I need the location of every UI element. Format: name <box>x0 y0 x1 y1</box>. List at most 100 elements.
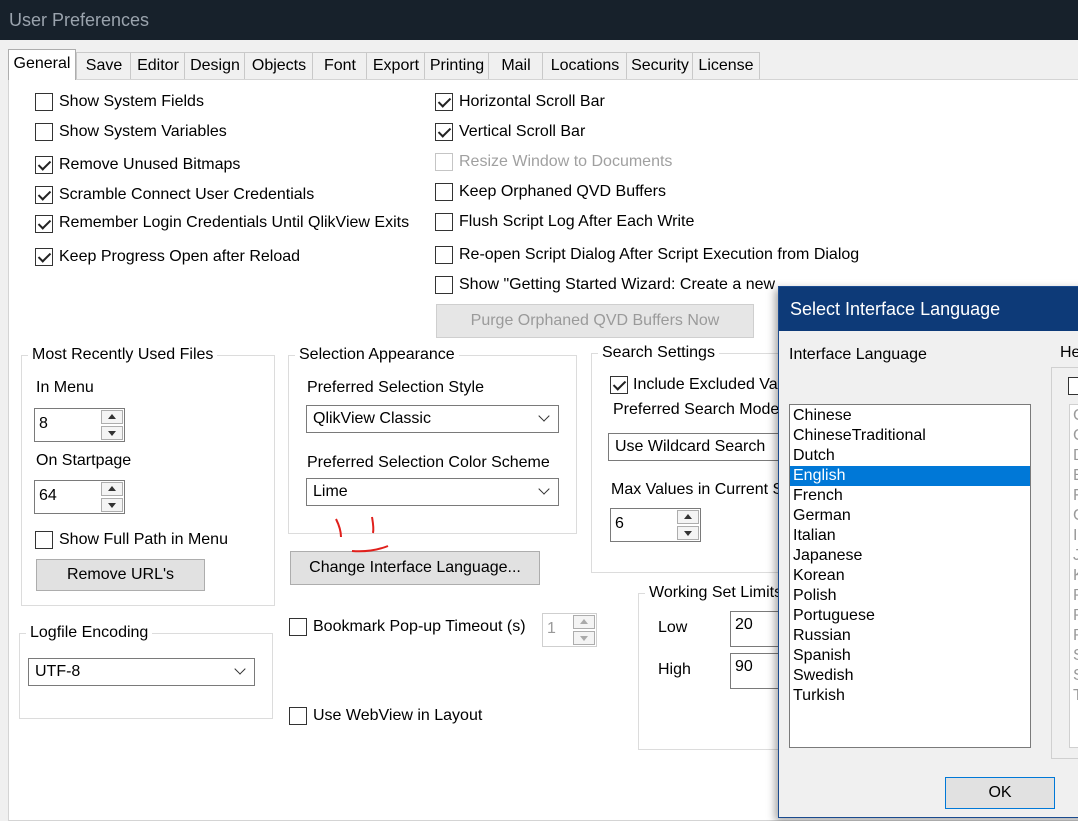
show-system-fields-checkbox[interactable] <box>35 93 53 111</box>
selection-color-select[interactable]: Lime <box>306 478 559 506</box>
tab-locations[interactable]: Locations <box>542 52 628 79</box>
use-webview-checkbox[interactable] <box>289 707 307 725</box>
list-item[interactable]: Turkish <box>790 686 1030 706</box>
show-system-variables-label: Show System Variables <box>59 123 227 140</box>
tab-design[interactable]: Design <box>184 52 246 79</box>
show-getting-started-label: Show "Getting Started Wizard: Create a n… <box>459 276 777 293</box>
tab-editor[interactable]: Editor <box>130 52 186 79</box>
tab-objects[interactable]: Objects <box>244 52 314 79</box>
bookmark-timeout-checkbox[interactable] <box>289 618 307 636</box>
on-startpage-value: 64 <box>39 487 57 504</box>
list-item: P <box>1070 606 1078 626</box>
spin-up-icon[interactable] <box>677 510 699 524</box>
spin-down-icon[interactable] <box>101 426 123 440</box>
list-item[interactable]: ChineseTraditional <box>790 426 1030 446</box>
on-startpage-spinner[interactable]: 64 <box>34 480 125 514</box>
max-values-value: 6 <box>615 515 624 532</box>
logfile-encoding-select[interactable]: UTF-8 <box>28 658 255 686</box>
include-excluded-checkbox[interactable] <box>610 376 628 394</box>
red-annotation-marks <box>335 516 389 553</box>
list-item: P <box>1070 586 1078 606</box>
remove-urls-button[interactable]: Remove URL's <box>36 559 205 591</box>
list-item[interactable]: Portuguese <box>790 606 1030 626</box>
list-item: S <box>1070 646 1078 666</box>
max-values-spinner[interactable]: 6 <box>610 508 701 542</box>
vertical-scroll-bar-checkbox[interactable] <box>435 123 453 141</box>
spin-up-icon[interactable] <box>101 410 123 424</box>
show-full-path-checkbox[interactable] <box>35 531 53 549</box>
list-item[interactable]: Korean <box>790 566 1030 586</box>
change-interface-language-button[interactable]: Change Interface Language... <box>290 551 540 585</box>
list-item: S <box>1070 666 1078 686</box>
window-title-bar: User Preferences <box>0 0 1078 40</box>
list-item[interactable]: German <box>790 506 1030 526</box>
list-item[interactable]: Swedish <box>790 666 1030 686</box>
list-item: C <box>1070 426 1078 446</box>
resize-window-label: Resize Window to Documents <box>459 153 673 170</box>
selection-style-value: QlikView Classic <box>313 410 431 427</box>
tab-font[interactable]: Font <box>312 52 368 79</box>
list-item[interactable]: Dutch <box>790 446 1030 466</box>
purge-qvd-buffers-button: Purge Orphaned QVD Buffers Now <box>436 304 754 338</box>
tab-security[interactable]: Security <box>626 52 694 79</box>
help-language-checkbox[interactable] <box>1068 377 1078 395</box>
search-mode-select[interactable]: Use Wildcard Search <box>608 433 798 461</box>
flush-script-log-checkbox[interactable] <box>435 213 453 231</box>
keep-orphaned-qvd-checkbox[interactable] <box>435 183 453 201</box>
bookmark-timeout-value: 1 <box>547 620 556 637</box>
list-item[interactable]: Japanese <box>790 546 1030 566</box>
help-language-label: He <box>1060 344 1078 361</box>
reopen-script-dialog-checkbox[interactable] <box>435 246 453 264</box>
chevron-down-icon <box>234 663 246 675</box>
list-item[interactable]: Polish <box>790 586 1030 606</box>
remove-unused-bitmaps-label: Remove Unused Bitmaps <box>59 156 241 173</box>
spin-up-icon[interactable] <box>101 482 123 496</box>
reopen-script-dialog-label: Re-open Script Dialog After Script Execu… <box>459 246 860 263</box>
remember-login-checkbox[interactable] <box>35 215 53 233</box>
tab-license[interactable]: License <box>692 52 760 79</box>
list-item[interactable]: Italian <box>790 526 1030 546</box>
resize-window-checkbox <box>435 153 453 171</box>
list-item-selected[interactable]: English <box>790 466 1030 486</box>
chevron-down-icon <box>538 483 550 495</box>
remove-unused-bitmaps-checkbox[interactable] <box>35 156 53 174</box>
scramble-credentials-checkbox[interactable] <box>35 186 53 204</box>
search-mode-value: Use Wildcard Search <box>615 438 766 455</box>
spin-down-icon[interactable] <box>677 526 699 540</box>
interface-language-list[interactable]: Chinese ChineseTraditional Dutch English… <box>789 404 1031 748</box>
horizontal-scroll-bar-label: Horizontal Scroll Bar <box>459 93 605 110</box>
list-item[interactable]: French <box>790 486 1030 506</box>
bookmark-timeout-label: Bookmark Pop-up Timeout (s) <box>313 618 526 635</box>
in-menu-spinner[interactable]: 8 <box>34 408 125 442</box>
tab-export[interactable]: Export <box>366 52 426 79</box>
ok-button[interactable]: OK <box>945 777 1055 809</box>
list-item: C <box>1070 406 1078 426</box>
spin-down-icon[interactable] <box>101 498 123 512</box>
search-mode-label: Preferred Search Mode <box>613 401 780 418</box>
list-item: T <box>1073 687 1078 704</box>
show-full-path-label: Show Full Path in Menu <box>59 531 228 548</box>
list-item[interactable]: Chinese <box>790 406 1030 426</box>
list-item[interactable]: Russian <box>790 626 1030 646</box>
keep-progress-open-checkbox[interactable] <box>35 248 53 266</box>
list-item[interactable]: Spanish <box>790 646 1030 666</box>
use-webview-label: Use WebView in Layout <box>313 707 483 724</box>
show-system-variables-checkbox[interactable] <box>35 123 53 141</box>
list-item: D <box>1070 446 1078 466</box>
tab-mail[interactable]: Mail <box>488 52 544 79</box>
in-menu-value: 8 <box>39 415 48 432</box>
tab-general[interactable]: General <box>8 49 76 80</box>
selection-color-label: Preferred Selection Color Scheme <box>307 454 550 471</box>
horizontal-scroll-bar-checkbox[interactable] <box>435 93 453 111</box>
logfile-encoding-title: Logfile Encoding <box>26 623 153 643</box>
remember-login-label: Remember Login Credentials Until QlikVie… <box>59 214 410 231</box>
tab-printing[interactable]: Printing <box>424 52 490 79</box>
working-set-low-value: 20 <box>735 616 753 633</box>
scramble-credentials-label: Scramble Connect User Credentials <box>59 186 315 203</box>
bookmark-timeout-spinner: 1 <box>542 613 597 647</box>
show-getting-started-checkbox[interactable] <box>435 276 453 294</box>
selection-appearance-title: Selection Appearance <box>295 345 459 365</box>
tab-save[interactable]: Save <box>76 52 132 79</box>
selection-style-select[interactable]: QlikView Classic <box>306 405 559 433</box>
selection-color-value: Lime <box>313 483 348 500</box>
